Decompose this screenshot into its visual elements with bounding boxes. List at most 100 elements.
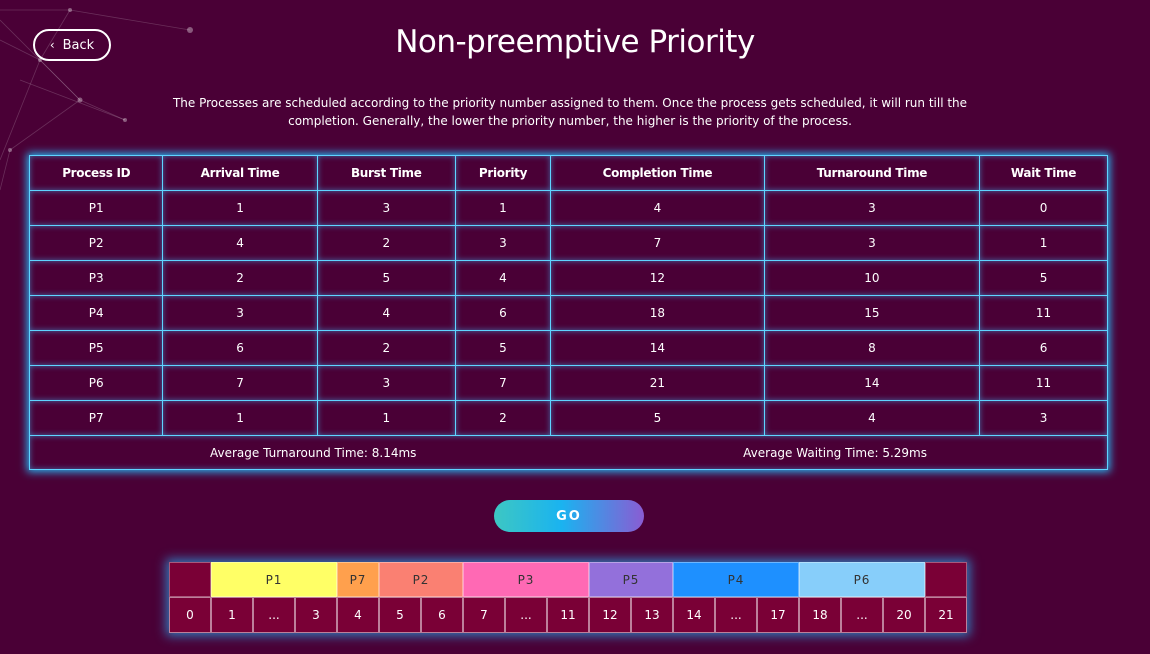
table-cell: 14 (763, 365, 981, 401)
table-cell: 5 (454, 330, 552, 366)
page-description: The Processes are scheduled according to… (172, 96, 968, 128)
gantt-time-label: 14 (673, 597, 715, 633)
table-cell: 1 (454, 190, 552, 226)
gantt-segment: P4 (673, 562, 799, 597)
table-cell: 4 (316, 295, 456, 331)
gantt-time-label: ... (253, 597, 295, 633)
gantt-time-label: 4 (337, 597, 379, 633)
gantt-time-label: 20 (883, 597, 925, 633)
table-cell: 14 (550, 330, 765, 366)
average-turnaround-time: Average Turnaround Time: 8.14ms (210, 445, 417, 460)
table-cell: 3 (316, 190, 456, 226)
table-cell: P2 (28, 225, 164, 261)
gantt-time-label: 13 (631, 597, 673, 633)
table-cell: 21 (550, 365, 765, 401)
gantt-time-label: 3 (295, 597, 337, 633)
gantt-time-label: 6 (421, 597, 463, 633)
table-cell: 3 (316, 365, 456, 401)
table-cell: 3 (162, 295, 318, 331)
table-row: P1 1 3 1 4 3 0 (28, 190, 1108, 226)
table-cell: 18 (550, 295, 765, 331)
table-cell: 1 (316, 400, 456, 436)
table-cell: P3 (28, 260, 164, 296)
table-cell: 4 (763, 400, 981, 436)
table-cell: 6 (162, 330, 318, 366)
table-cell: 5 (316, 260, 456, 296)
table-cell: 4 (162, 225, 318, 261)
table-cell: 6 (454, 295, 552, 331)
table-cell: 1 (979, 225, 1108, 261)
table-cell: 15 (763, 295, 981, 331)
gantt-time-label: 18 (799, 597, 841, 633)
table-cell: P5 (28, 330, 164, 366)
gantt-time-label: ... (841, 597, 883, 633)
gantt-time-label: 17 (757, 597, 799, 633)
table-cell: 2 (162, 260, 318, 296)
table-cell: 4 (454, 260, 552, 296)
table-row: P5 6 2 5 14 8 6 (28, 330, 1108, 366)
table-cell: 2 (316, 225, 456, 261)
gantt-segment (925, 562, 967, 597)
table-row: P2 4 2 3 7 3 1 (28, 225, 1108, 261)
table-cell: 7 (454, 365, 552, 401)
gantt-bar-row: P1 P7 P2 P3 P5 P4 P6 (169, 562, 967, 597)
gantt-segment (169, 562, 211, 597)
gantt-time-label: 7 (463, 597, 505, 633)
table-cell: 5 (550, 400, 765, 436)
column-header: Completion Time (550, 155, 765, 191)
table-cell: 0 (979, 190, 1108, 226)
table-cell: 11 (979, 295, 1108, 331)
table-row: P6 7 3 7 21 14 11 (28, 365, 1108, 401)
gantt-segment: P3 (463, 562, 589, 597)
column-header: Burst Time (316, 155, 456, 191)
go-button[interactable]: GO (494, 500, 644, 532)
column-header: Wait Time (979, 155, 1108, 191)
average-waiting-time: Average Waiting Time: 5.29ms (743, 445, 927, 460)
table-cell: P1 (28, 190, 164, 226)
table-cell: 7 (550, 225, 765, 261)
gantt-time-label: 1 (211, 597, 253, 633)
column-header: Turnaround Time (763, 155, 981, 191)
table-cell: P7 (28, 400, 164, 436)
table-cell: 3 (979, 400, 1108, 436)
table-row: P4 3 4 6 18 15 11 (28, 295, 1108, 331)
gantt-segment: P7 (337, 562, 379, 597)
gantt-segment: P5 (589, 562, 673, 597)
table-row: P7 1 1 2 5 4 3 (28, 400, 1108, 436)
column-header: Process ID (28, 155, 164, 191)
table-cell: 3 (454, 225, 552, 261)
process-table: Process ID Arrival Time Burst Time Priority… (28, 155, 1108, 470)
table-cell: 2 (316, 330, 456, 366)
gantt-segment: P6 (799, 562, 925, 597)
table-cell: P4 (28, 295, 164, 331)
column-header: Priority (454, 155, 552, 191)
gantt-time-label: 12 (589, 597, 631, 633)
gantt-time-label: ... (715, 597, 757, 633)
table-cell: 6 (979, 330, 1108, 366)
table-row: P3 2 5 4 12 10 5 (28, 260, 1108, 296)
table-cell: 3 (763, 190, 981, 226)
table-cell: 1 (162, 400, 318, 436)
table-cell: 7 (162, 365, 318, 401)
table-cell: 12 (550, 260, 765, 296)
gantt-segment: P2 (379, 562, 463, 597)
table-cell: 2 (454, 400, 552, 436)
gantt-time-row: 0 1... 3 4 5 6 7... 11 12 13 14... 17 18... 20 21 (169, 597, 967, 633)
table-cell: 4 (550, 190, 765, 226)
gantt-chart: P1 P7 P2 P3 P5 P4 P6 0 1... 3 4 5 6 7... 11 12 13 14... 1… (169, 562, 967, 633)
gantt-time-label: 5 (379, 597, 421, 633)
table-header-row: Process ID Arrival Time Burst Time Priority… (28, 155, 1108, 191)
table-cell: 1 (162, 190, 318, 226)
page-title: Non-preemptive Priority (395, 24, 755, 60)
gantt-time-label: 11 (547, 597, 589, 633)
table-cell: 10 (763, 260, 981, 296)
table-cell: 3 (763, 225, 981, 261)
gantt-segment: P1 (211, 562, 337, 597)
averages-row: Average Turnaround Time: 8.14ms Average … (29, 435, 1108, 470)
gantt-time-label: 21 (925, 597, 967, 633)
gantt-time-label: ... (505, 597, 547, 633)
table-cell: P6 (28, 365, 164, 401)
gantt-time-label: 0 (169, 597, 211, 633)
table-cell: 8 (763, 330, 981, 366)
table-cell: 5 (979, 260, 1108, 296)
